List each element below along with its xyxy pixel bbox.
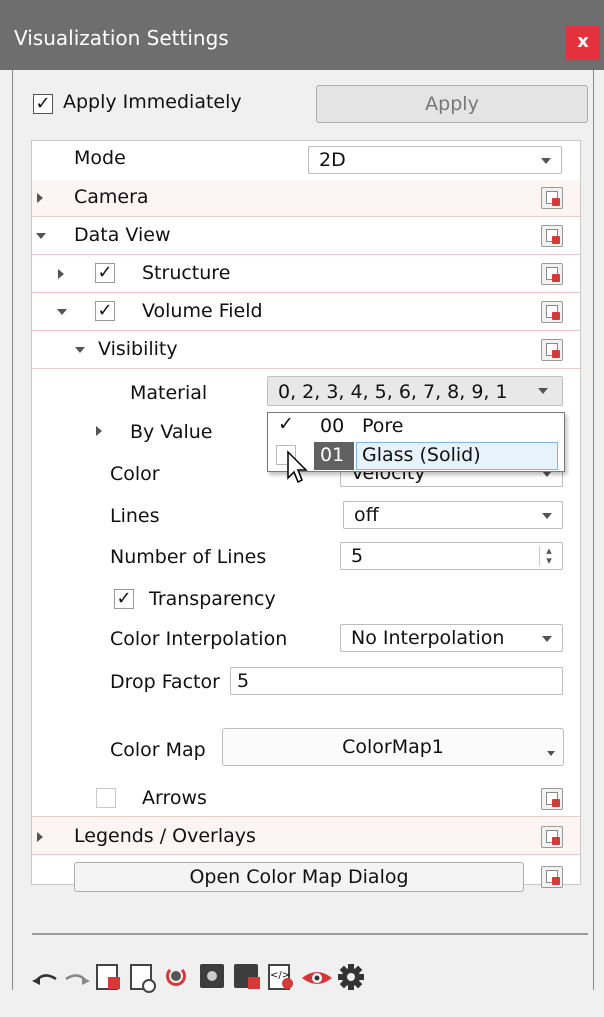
- reset-icon[interactable]: [541, 225, 563, 247]
- data-view-label: Data View: [74, 224, 171, 246]
- arrows-row[interactable]: Arrows: [32, 780, 580, 817]
- item-name: Pore: [362, 415, 404, 437]
- legends-overlays-row[interactable]: Legends / Overlays: [32, 818, 580, 855]
- reset-icon[interactable]: [541, 301, 563, 323]
- expand-arrow-icon[interactable]: [37, 193, 43, 203]
- material-value: 0, 2, 3, 4, 5, 6, 7, 8, 9, 1: [278, 381, 508, 403]
- chevron-down-icon: [547, 751, 555, 756]
- arrows-checkbox[interactable]: [96, 788, 116, 808]
- visibility-row[interactable]: Visibility: [32, 332, 580, 369]
- undo-icon[interactable]: [30, 967, 60, 991]
- apply-button[interactable]: Apply: [316, 85, 588, 123]
- title-bar: Visualization Settings: [0, 0, 604, 70]
- drop-factor-input[interactable]: 5: [230, 667, 563, 695]
- chevron-down-icon: [542, 513, 552, 519]
- expand-arrow-icon[interactable]: [37, 832, 43, 842]
- reset-icon[interactable]: [541, 187, 563, 209]
- gear-icon[interactable]: [336, 962, 366, 992]
- volume-field-checkbox[interactable]: ✓: [95, 301, 115, 321]
- color-map-dropdown[interactable]: ColorMap1: [222, 728, 564, 766]
- lines-label: Lines: [110, 505, 160, 527]
- color-label: Color: [110, 463, 160, 485]
- collapse-arrow-icon[interactable]: [57, 309, 67, 315]
- volume-field-row[interactable]: ✓ Volume Field: [32, 294, 580, 331]
- collapse-arrow-icon[interactable]: [75, 347, 85, 353]
- by-value-label: By Value: [130, 421, 213, 443]
- transparency-checkbox[interactable]: ✓: [114, 589, 134, 609]
- apply-immediately-checkbox[interactable]: ✓: [33, 94, 53, 114]
- popup-item-glass[interactable]: 01 Glass (Solid): [268, 442, 564, 470]
- item-name: Glass (Solid): [362, 444, 481, 466]
- color-map-value: ColorMap1: [342, 736, 444, 758]
- arrows-label: Arrows: [142, 787, 207, 809]
- number-of-lines-label: Number of Lines: [110, 546, 267, 568]
- mouse-cursor-icon: [287, 450, 308, 484]
- legends-overlays-label: Legends / Overlays: [74, 825, 256, 847]
- volume-field-label: Volume Field: [142, 300, 263, 322]
- structure-row[interactable]: ✓ Structure: [32, 256, 580, 293]
- item-id: 00: [320, 415, 345, 437]
- chevron-down-icon: [542, 636, 552, 642]
- structure-label: Structure: [142, 262, 231, 284]
- reset-icon[interactable]: [541, 866, 563, 888]
- expand-arrow-icon[interactable]: [96, 426, 102, 436]
- data-view-row[interactable]: Data View: [32, 218, 580, 255]
- material-popup: ✓ 00 Pore 01 Glass (Solid): [267, 412, 565, 472]
- color-interpolation-value: No Interpolation: [351, 627, 505, 649]
- spin-arrows-icon[interactable]: ▴ ▾: [539, 545, 558, 566]
- transparency-label: Transparency: [149, 588, 276, 610]
- apply-immediately-label: Apply Immediately: [63, 91, 242, 113]
- mode-label: Mode: [74, 147, 126, 169]
- camera-row[interactable]: Camera: [32, 180, 580, 217]
- camera-label: Camera: [74, 186, 149, 208]
- settings-document-icon[interactable]: [128, 962, 156, 993]
- item-checkmark[interactable]: ✓: [278, 413, 294, 435]
- chevron-down-icon: [541, 158, 551, 164]
- popup-item-pore[interactable]: ✓ 00 Pore: [268, 413, 564, 441]
- reset-document-icon[interactable]: [94, 962, 122, 992]
- item-id: 01: [320, 444, 345, 466]
- reset-icon[interactable]: [541, 826, 563, 848]
- drop-factor-label: Drop Factor: [110, 671, 220, 693]
- window-title: Visualization Settings: [14, 26, 229, 50]
- separator: [32, 933, 588, 935]
- collapse-arrow-icon[interactable]: [36, 233, 46, 239]
- lines-dropdown[interactable]: off: [343, 501, 563, 529]
- expand-arrow-icon[interactable]: [58, 269, 64, 279]
- open-color-map-dialog-button[interactable]: Open Color Map Dialog: [74, 862, 524, 892]
- close-button[interactable]: x: [566, 26, 600, 60]
- lines-value: off: [354, 504, 379, 526]
- refresh-icon[interactable]: [162, 962, 192, 992]
- structure-checkbox[interactable]: ✓: [95, 263, 115, 283]
- mode-dropdown[interactable]: 2D: [308, 146, 562, 174]
- eye-icon[interactable]: [300, 966, 334, 990]
- mode-row: Mode 2D: [32, 141, 580, 177]
- code-document-icon[interactable]: </>: [266, 962, 296, 992]
- reset-icon[interactable]: [541, 788, 563, 810]
- color-interpolation-dropdown[interactable]: No Interpolation: [340, 624, 563, 652]
- chevron-down-icon: [538, 388, 548, 394]
- dark-reset-icon[interactable]: [232, 962, 262, 992]
- number-of-lines-spinbox[interactable]: 5 ▴ ▾: [340, 542, 563, 570]
- number-of-lines-value: 5: [351, 545, 364, 567]
- color-map-label: Color Map: [110, 739, 206, 761]
- dark-settings-icon[interactable]: [198, 962, 228, 992]
- visibility-label: Visibility: [98, 338, 178, 360]
- color-interpolation-label: Color Interpolation: [110, 628, 288, 650]
- drop-factor-value: 5: [237, 670, 250, 692]
- material-label: Material: [130, 382, 208, 404]
- mode-value: 2D: [319, 149, 346, 171]
- reset-icon[interactable]: [541, 339, 563, 361]
- reset-icon[interactable]: [541, 263, 563, 285]
- redo-icon[interactable]: [62, 967, 92, 991]
- material-dropdown[interactable]: 0, 2, 3, 4, 5, 6, 7, 8, 9, 1: [267, 376, 563, 406]
